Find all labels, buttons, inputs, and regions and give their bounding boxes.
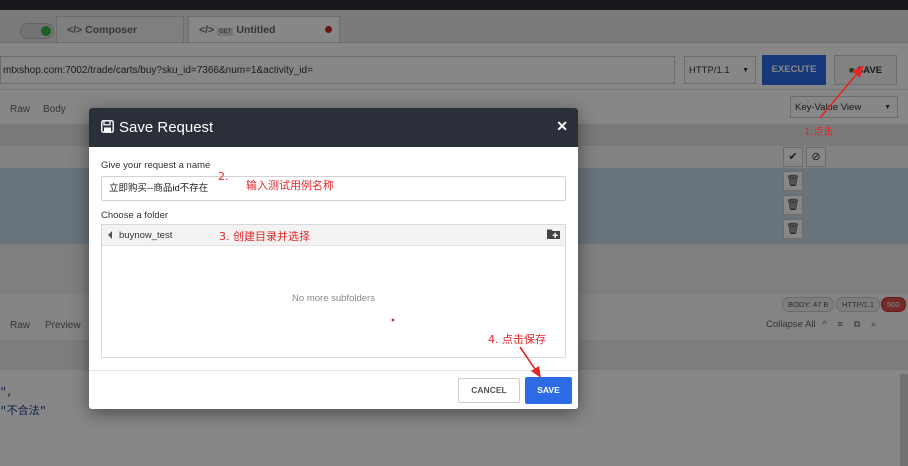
folder-label: Choose a folder	[101, 210, 169, 221]
floppy-disk-icon	[101, 120, 114, 136]
close-icon[interactable]: ✕	[556, 118, 568, 135]
empty-folder-text: No more subfolders	[292, 293, 375, 304]
caret-left-icon[interactable]	[108, 231, 112, 239]
annotation-step2-text: 输入测试用例名称	[246, 179, 334, 192]
current-folder-name: buynow_test	[119, 230, 173, 241]
dialog-title: Save Request	[119, 119, 214, 136]
annotation-step2: 2.	[218, 170, 229, 183]
save-request-dialog: Save Request ✕ Give your request a name …	[89, 108, 578, 409]
new-folder-icon[interactable]	[547, 228, 560, 242]
annotation-step3: 3. 创建目录并选择	[219, 230, 310, 243]
annotation-step4: 4. 点击保存	[488, 333, 546, 346]
dialog-header: Save Request ✕	[89, 108, 578, 147]
save-button[interactable]: SAVE	[525, 377, 572, 404]
name-label: Give your request a name	[101, 160, 211, 171]
cancel-button[interactable]: CANCEL	[458, 378, 520, 403]
folder-breadcrumb[interactable]: buynow_test	[102, 225, 565, 246]
annotation-step1: 1.点击	[804, 127, 834, 138]
